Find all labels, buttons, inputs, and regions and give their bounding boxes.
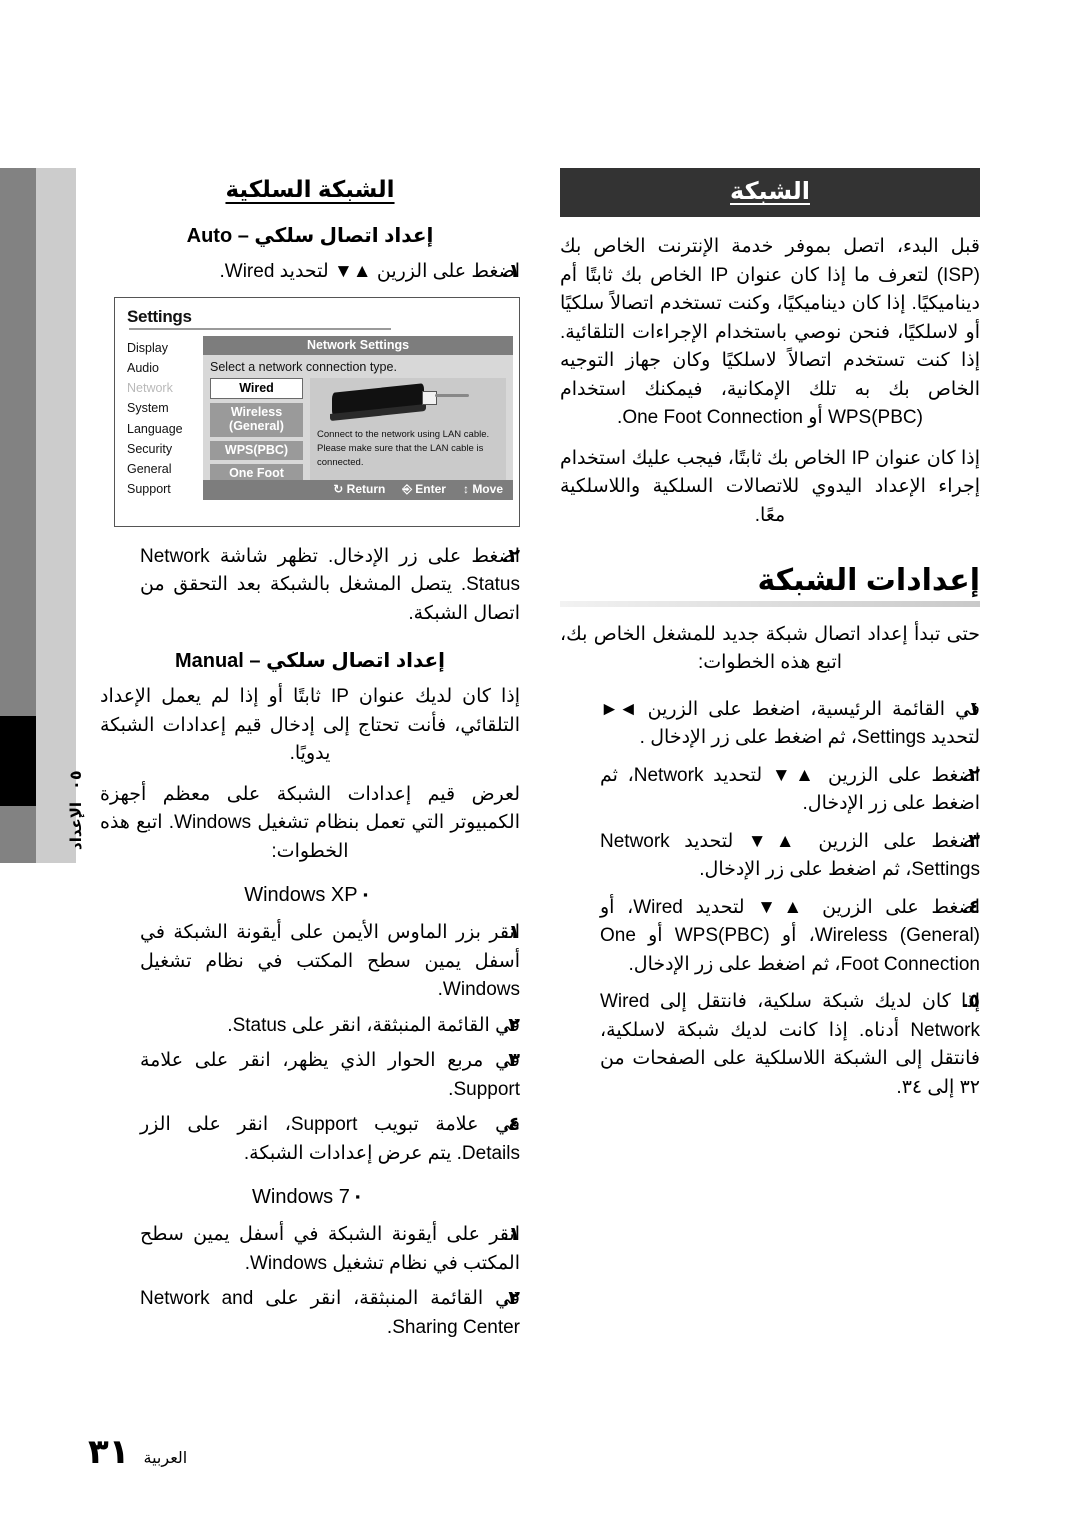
- list-item-text: اضغط على الزرين ▲▼ لتحديد Wired، أو Wire…: [600, 896, 980, 975]
- network-settings-heading-rule: [560, 600, 980, 607]
- list-item: ٣. في مربع الحوار الذي يظهر، انقر على عل…: [100, 1047, 520, 1104]
- player-device-illustration: [310, 378, 506, 428]
- network-banner-title: الشبكة: [560, 168, 980, 217]
- list-item-text: اضغط على الزرين ▲▼ لتحديد Network Settin…: [600, 830, 980, 881]
- sidebar-item-security[interactable]: Security: [127, 439, 197, 459]
- list-item: ١. انقر بزر الماوس الأيمن على أيقونة الش…: [100, 919, 520, 1005]
- windows-xp-label: Windows XP: [244, 884, 358, 906]
- enter-key-icon: ⎆: [402, 481, 412, 496]
- list-item: ٤. في علامة تبويب Support، انقر على الزر…: [100, 1111, 520, 1168]
- auto-step-list-part2: ٢. اضغط على زر الإدخال. تظهر شاشة Networ…: [100, 543, 520, 629]
- list-item: ٢. اضغط على زر الإدخال. تظهر شاشة Networ…: [100, 543, 520, 629]
- list-item: ٢. في القائمة المنبثقة، انقر على Status.: [100, 1012, 520, 1041]
- settings-sidebar-menu: Display Audio Network System Language Se…: [127, 336, 197, 500]
- page-footer: ٣١ العربية: [88, 1432, 187, 1472]
- windows-xp-bullet: ▪ Windows XP: [100, 884, 520, 907]
- list-item-marker: ١.: [503, 261, 520, 282]
- lan-plug-icon: [422, 390, 437, 405]
- list-item-marker: ٢.: [503, 1014, 520, 1036]
- network-settings-panel: Network Settings Select a network connec…: [203, 335, 513, 500]
- list-item: ٢. في القائمة المنبثقة، انقر على Network…: [100, 1285, 520, 1342]
- list-item-text: انقر بزر الماوس الأيمن على أيقونة الشبكة…: [140, 922, 520, 1000]
- list-item-text: في القائمة الرئيسية، اضغط على الزرين ◄► …: [600, 698, 980, 749]
- network-intro-paragraph-1: قبل البدء، اتصل بموفر خدمة الإنترنت الخا…: [560, 236, 980, 428]
- sidebar-item-support[interactable]: Support: [127, 479, 197, 499]
- list-item: ٥. إذا كان لديك شبكة سلكية، فانتقل إلى W…: [560, 988, 980, 1102]
- settings-footer-hints: ↻ Return ⎆ Enter ↕ Move: [203, 479, 513, 500]
- hint-move-label: Move: [472, 481, 503, 496]
- list-item-marker: ١.: [503, 1224, 520, 1245]
- lan-cable-icon: [435, 393, 469, 397]
- left-column: الشبكة السلكية إعداد اتصال سلكي – Auto ١…: [100, 168, 520, 1352]
- list-item-text: انقر على أيقونة الشبكة في أسفل يمين سطح …: [140, 1224, 520, 1274]
- list-item: ١. انقر على أيقونة الشبكة في أسفل يمين س…: [100, 1221, 520, 1278]
- list-item-text: في مربع الحوار الذي يظهر، انقر على علامة…: [140, 1050, 520, 1100]
- right-column: الشبكة قبل البدء، اتصل بموفر خدمة الإنتر…: [560, 168, 980, 1112]
- sidebar-item-audio[interactable]: Audio: [127, 358, 197, 378]
- list-item-marker: ٤.: [503, 1114, 520, 1135]
- list-item-text: إذا كان لديك شبكة سلكية، فانتقل إلى Wire…: [600, 991, 980, 1098]
- settings-window-title: Settings: [127, 306, 192, 326]
- manual-setup-heading: إعداد اتصال سلكي – Manual: [174, 650, 446, 672]
- list-item-marker: ٤.: [963, 896, 980, 918]
- list-item: ١. في القائمة الرئيسية، اضغط على الزرين …: [560, 696, 980, 753]
- list-item-text: اضغط على الزرين ▲▼ لتحديد Network، ثم اض…: [600, 764, 980, 815]
- up-down-arrow-icon: ↕: [462, 481, 469, 496]
- settings-title-divider: [129, 327, 391, 330]
- page-number: ٣١: [88, 1433, 130, 1471]
- square-bullet-icon: ▪: [355, 1189, 360, 1204]
- hint-return[interactable]: ↻ Return: [333, 482, 385, 497]
- manual-paragraph-1: إذا كان لديك عنوان IP ثابتًا أو إذا لم ي…: [100, 686, 520, 764]
- network-settings-panel-subtitle: Select a network connection type.: [210, 359, 397, 374]
- manual-page: الشبكة قبل البدء، اتصل بموفر خدمة الإنتر…: [0, 0, 1080, 1514]
- option-wireless-general[interactable]: Wireless (General): [210, 402, 303, 437]
- list-item-marker: ٢.: [963, 764, 980, 786]
- sidebar-item-network[interactable]: Network: [127, 378, 197, 398]
- windows-7-step-list: ١. انقر على أيقونة الشبكة في أسفل يمين س…: [100, 1221, 520, 1342]
- sidebar-item-language[interactable]: Language: [127, 419, 197, 439]
- list-item-text: في القائمة المنبثقة، انقر على Network an…: [140, 1288, 520, 1338]
- list-item-text: اضغط على زر الإدخال. تظهر شاشة Network S…: [140, 545, 520, 624]
- hint-return-label: Return: [346, 481, 386, 496]
- list-item: ٣. اضغط على الزرين ▲▼ لتحديد Network Set…: [560, 828, 980, 885]
- sidebar-item-system[interactable]: System: [127, 398, 197, 418]
- auto-step-list-part1: ١. اضغط على الزرين ▲▼ لتحديد Wired.: [100, 258, 521, 287]
- network-settings-panel-title: Network Settings: [203, 335, 513, 355]
- return-arrow-icon: ↻: [333, 481, 344, 496]
- sidebar-item-general[interactable]: General: [127, 459, 197, 479]
- square-bullet-icon: ▪: [363, 887, 368, 902]
- windows-7-bullet: ▪ Windows 7: [100, 1186, 520, 1209]
- option-wired[interactable]: Wired: [210, 377, 303, 399]
- hint-enter-label: Enter: [415, 481, 446, 496]
- wired-network-heading: الشبكة السلكية: [225, 176, 395, 202]
- list-item: ١. اضغط على الزرين ▲▼ لتحديد Wired.: [100, 258, 521, 287]
- auto-setup-heading: إعداد اتصال سلكي – Auto: [186, 225, 434, 247]
- list-item-text: في القائمة المنبثقة، انقر على Status.: [227, 1014, 520, 1036]
- list-item: ٢. اضغط على الزرين ▲▼ لتحديد Network، ثم…: [560, 762, 980, 819]
- network-intro-paragraph-2: إذا كان عنوان IP الخاص بك ثابتًا، فيجب ع…: [560, 447, 980, 526]
- option-wps-pbc[interactable]: WPS(PBC): [210, 440, 303, 460]
- list-item-marker: ١.: [503, 922, 520, 943]
- hint-enter[interactable]: ⎆ Enter: [402, 482, 446, 497]
- hint-move[interactable]: ↕ Move: [463, 482, 503, 497]
- windows-7-label: Windows 7: [252, 1186, 350, 1208]
- settings-screen-figure: Settings Display Audio Network System La…: [114, 296, 520, 527]
- manual-paragraph-2: لعرض قيم إعدادات الشبكة على معظم أجهزة ا…: [100, 783, 520, 862]
- network-settings-step-list: ١. في القائمة الرئيسية، اضغط على الزرين …: [560, 696, 980, 1103]
- list-item-marker: ٣.: [503, 1050, 520, 1071]
- list-item-marker: ٢.: [503, 1288, 520, 1309]
- language-label: العربية: [143, 1450, 188, 1467]
- list-item-marker: ٥.: [963, 991, 980, 1012]
- network-settings-heading: إعدادات الشبكة: [757, 564, 980, 597]
- list-item-marker: ١.: [963, 698, 980, 720]
- connection-description-text: Connect to the network using LAN cable. …: [317, 428, 490, 469]
- list-item: ٤. اضغط على الزرين ▲▼ لتحديد Wired، أو W…: [560, 894, 980, 980]
- list-item-marker: ٢.: [503, 545, 520, 567]
- list-item-text: في علامة تبويب Support، انقر على الزر De…: [140, 1114, 521, 1164]
- windows-xp-step-list: ١. انقر بزر الماوس الأيمن على أيقونة الش…: [100, 919, 520, 1168]
- list-item-marker: ٣.: [963, 830, 980, 852]
- sidebar-item-display[interactable]: Display: [127, 338, 197, 358]
- list-item-text: اضغط على الزرين ▲▼ لتحديد Wired.: [219, 261, 521, 282]
- network-settings-intro: حتى تبدأ إعداد اتصال شبكة جديد للمشغل ال…: [560, 623, 980, 674]
